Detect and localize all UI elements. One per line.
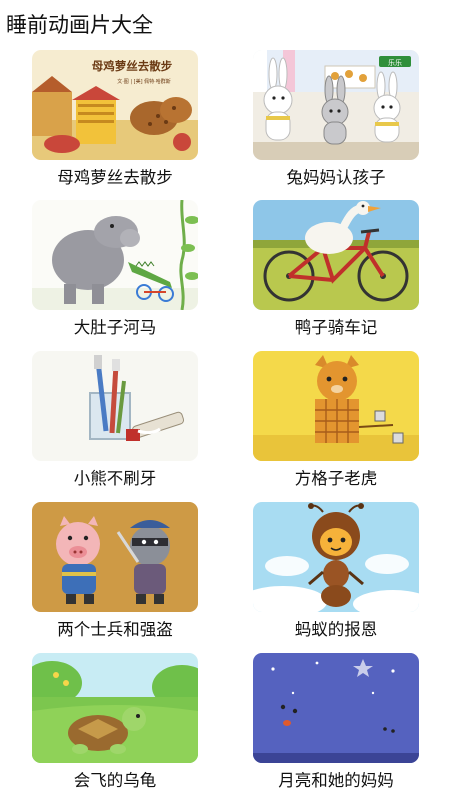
- cover-image-flying-turtle: [32, 653, 198, 763]
- moons-night-illustration: [253, 653, 419, 763]
- hippo-crocodile-illustration: [32, 200, 198, 310]
- cover-author-text: 文·图 | [美] 佩特·哈群斯: [117, 78, 171, 85]
- cover-image-bear-teeth: [32, 351, 198, 461]
- cartoon-title: 两个士兵和强盗: [57, 620, 173, 639]
- cartoon-title: 会飞的乌龟: [73, 771, 157, 790]
- cartoon-title: 方格子老虎: [294, 469, 378, 488]
- cover-image-checkered-tiger: [253, 351, 419, 461]
- turtle-meadow-illustration: [32, 653, 198, 763]
- cartoon-title: 兔妈妈认孩子: [286, 168, 386, 187]
- cartoon-card-flying-turtle[interactable]: 会飞的乌龟: [32, 653, 198, 799]
- cartoon-title: 蚂蚁的报恩: [294, 620, 378, 639]
- cartoon-card-moon-mother[interactable]: 月亮和她的妈妈: [253, 653, 419, 799]
- cover-image-soldiers-robber: [32, 502, 198, 612]
- cartoon-card-ant-gratitude[interactable]: 蚂蚁的报恩: [253, 502, 419, 648]
- cover-badge-text: 乐乐: [388, 58, 402, 67]
- cartoon-title: 母鸡萝丝去散步: [57, 168, 173, 187]
- cartoon-card-duck-bike[interactable]: 鸭子骑车记: [253, 200, 419, 346]
- ant-flying-illustration: [253, 502, 419, 612]
- cover-title-text: 母鸡萝丝去散步: [92, 59, 173, 73]
- toothbrush-cup-illustration: [32, 351, 198, 461]
- cover-image-ant-gratitude: [253, 502, 419, 612]
- cover-image-moon-mother: [253, 653, 419, 763]
- cover-image-hen-rosie: 母鸡萝丝去散步 文·图 | [美] 佩特·哈群斯: [32, 50, 198, 160]
- cover-image-duck-bike: [253, 200, 419, 310]
- duck-bicycle-illustration: [253, 200, 419, 310]
- cartoon-grid: 母鸡萝丝去散步 文·图 | [美] 佩特·哈群斯 母鸡萝丝去散步 乐乐 兔妈妈认…: [0, 0, 450, 800]
- cover-image-rabbit-mother: 乐乐: [253, 50, 419, 160]
- rabbits-shop-illustration: 乐乐: [253, 50, 419, 160]
- checkered-tiger-illustration: [253, 351, 419, 461]
- cartoon-title: 小熊不刷牙: [73, 469, 157, 488]
- cartoon-card-bear-teeth[interactable]: 小熊不刷牙: [32, 351, 198, 497]
- cartoon-title: 鸭子骑车记: [294, 318, 378, 337]
- cartoon-card-rabbit-mother[interactable]: 乐乐 兔妈妈认孩子: [253, 50, 419, 196]
- pig-soldier-raccoon-illustration: [32, 502, 198, 612]
- cartoon-title: 月亮和她的妈妈: [278, 771, 394, 790]
- cartoon-card-soldiers-robber[interactable]: 两个士兵和强盗: [32, 502, 198, 648]
- cartoon-card-big-belly-hippo[interactable]: 大肚子河马: [32, 200, 198, 346]
- cover-image-big-belly-hippo: [32, 200, 198, 310]
- hen-farmyard-illustration: 母鸡萝丝去散步 文·图 | [美] 佩特·哈群斯: [32, 50, 198, 160]
- cartoon-card-hen-rosie[interactable]: 母鸡萝丝去散步 文·图 | [美] 佩特·哈群斯 母鸡萝丝去散步: [32, 50, 198, 196]
- cartoon-title: 大肚子河马: [73, 318, 157, 337]
- cartoon-card-checkered-tiger[interactable]: 方格子老虎: [253, 351, 419, 497]
